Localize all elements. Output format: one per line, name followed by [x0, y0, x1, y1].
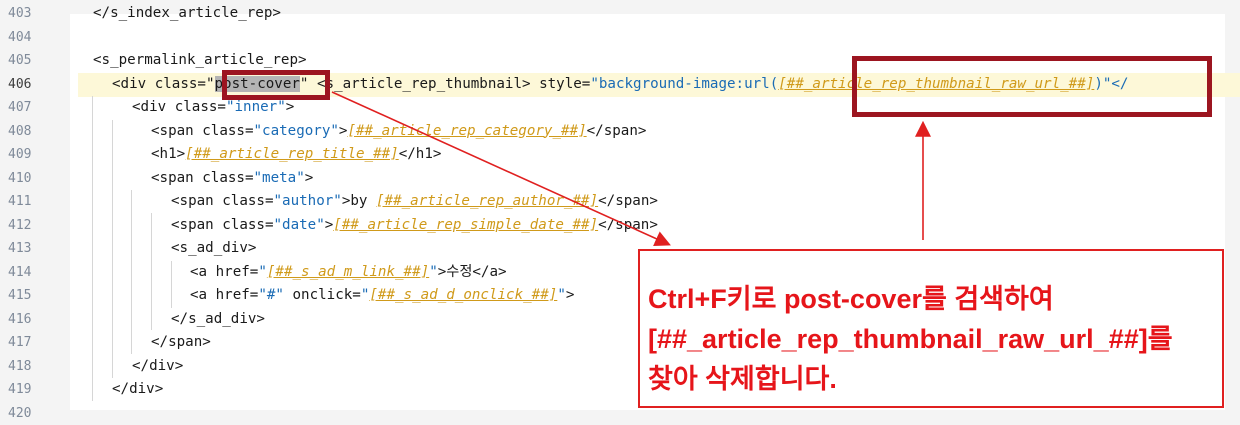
line-number: 418: [8, 355, 48, 379]
line-number: 407: [8, 96, 48, 120]
code-token: <span class=: [171, 193, 274, 209]
code-token: >: [286, 99, 295, 115]
code-token: <div class=": [112, 76, 215, 92]
instruction-callout: Ctrl+F키로 post-cover를 검색하여 [##_article_re…: [638, 249, 1224, 408]
code-string: ": [429, 264, 438, 280]
code-token: </s_index_article_rep>: [93, 5, 281, 21]
line-number: 419: [8, 378, 48, 402]
template-variable: [##_article_rep_category_##]: [347, 123, 586, 139]
code-token: <h1>: [151, 146, 185, 162]
code-token: </span>: [587, 123, 647, 139]
code-token: </s_ad_div>: [171, 311, 265, 327]
code-string: "date": [274, 217, 325, 233]
line-number: 405: [8, 49, 48, 73]
code-token: <span class=: [151, 170, 254, 186]
code-token: <s_permalink_article_rep>: [93, 52, 307, 68]
line-number: 411: [8, 190, 48, 214]
line-number: 417: [8, 331, 48, 355]
code-token: <span class=: [151, 123, 254, 139]
line-number: 403: [8, 2, 48, 26]
line-number: 416: [8, 308, 48, 332]
line-number: 408: [8, 120, 48, 144]
line-number: 413: [8, 237, 48, 261]
code-string: ": [557, 287, 566, 303]
line-number: 420: [8, 402, 48, 425]
indent-guide: [92, 96, 93, 401]
template-variable: [##_s_ad_m_link_##]: [267, 264, 429, 280]
code-line-412: <span class="date">[##_article_rep_simpl…: [171, 214, 1240, 238]
code-token: <span class=: [171, 217, 274, 233]
code-token: <div class=: [132, 99, 226, 115]
line-number: 414: [8, 261, 48, 285]
highlight-box-post-cover: [222, 70, 330, 100]
template-variable: [##_article_rep_title_##]: [185, 146, 399, 162]
template-variable: [##_article_rep_author_##]: [376, 193, 598, 209]
code-token: <a href=: [190, 264, 258, 280]
indent-guide: [112, 120, 113, 378]
line-number: 415: [8, 284, 48, 308]
code-token: </span>: [598, 193, 658, 209]
code-token: >: [325, 217, 334, 233]
code-token: >: [305, 170, 314, 186]
code-line-403: </s_index_article_rep>: [93, 2, 1240, 26]
code-token: </h1>: [399, 146, 442, 162]
indent-guide: [131, 190, 132, 354]
code-line-409: <h1>[##_article_rep_title_##]</h1>: [151, 143, 1240, 167]
line-number: 404: [8, 26, 48, 50]
code-string: ": [258, 264, 267, 280]
code-token: <a href=: [190, 287, 258, 303]
template-variable: [##_s_ad_d_onclick_##]: [369, 287, 557, 303]
code-token: >수정</a>: [438, 264, 507, 280]
code-token: </span>: [598, 217, 658, 233]
line-number: 410: [8, 167, 48, 191]
callout-line-1: Ctrl+F키로 post-cover를 검색하여: [648, 277, 1054, 316]
indent-guide: [151, 213, 152, 330]
callout-line-3: 찾아 삭제합니다.: [648, 357, 837, 396]
indent-guide: [171, 261, 172, 308]
highlight-box-thumbnail-url: [852, 56, 1212, 117]
line-number: 412: [8, 214, 48, 238]
code-token: >by: [342, 193, 376, 209]
callout-line-2: [##_article_rep_thumbnail_raw_url_##]를: [648, 317, 1173, 356]
code-string: "author": [274, 193, 342, 209]
code-string: "inner": [226, 99, 286, 115]
line-number-current: 406: [8, 73, 48, 97]
code-token: onclick=: [284, 287, 361, 303]
code-line-410: <span class="meta">: [151, 167, 1240, 191]
code-token: >: [566, 287, 575, 303]
line-number: 409: [8, 143, 48, 167]
code-line-411: <span class="author">by [##_article_rep_…: [171, 190, 1240, 214]
code-string: "#": [258, 287, 284, 303]
code-token: </span>: [151, 334, 211, 350]
code-token: " <s_article_rep_thumbnail> style=: [300, 76, 590, 92]
code-string: "background-image:url(: [590, 76, 778, 92]
code-string: "category": [254, 123, 339, 139]
code-token: </div>: [112, 381, 163, 397]
line-number-gutter: 403 404 405 406 407 408 409 410 411 412 …: [0, 0, 70, 424]
code-string: "meta": [254, 170, 305, 186]
template-variable: [##_article_rep_simple_date_##]: [333, 217, 598, 233]
code-token: </div>: [132, 358, 183, 374]
code-line-408: <span class="category">[##_article_rep_c…: [151, 120, 1240, 144]
code-token: <s_ad_div>: [171, 240, 256, 256]
